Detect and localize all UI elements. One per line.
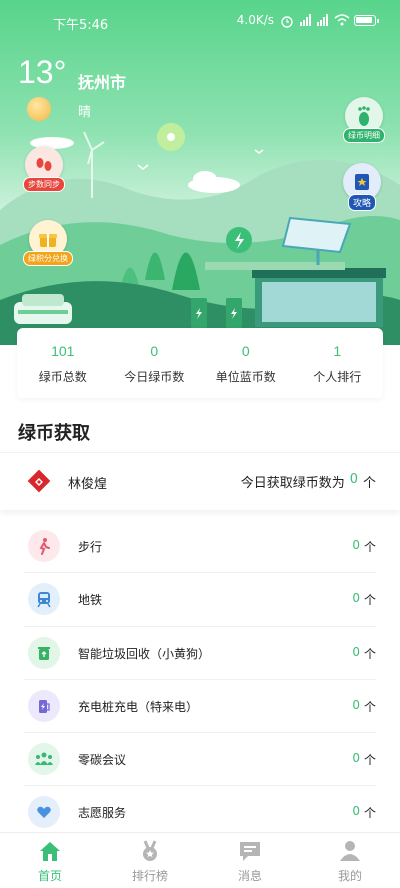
count-unit: 个 (363, 806, 376, 821)
nav-label: 我的 (337, 869, 362, 883)
network-speed: 4.0K/s (236, 13, 274, 27)
count-value: 0 (352, 538, 360, 552)
alarm-icon (280, 14, 294, 28)
status-time: 下午5:46 (53, 18, 109, 33)
user-name: 林俊煌 (68, 477, 108, 492)
home-icon (37, 839, 63, 863)
person-icon (337, 839, 363, 863)
signal-icon (300, 14, 311, 26)
count-value: 0 (352, 697, 360, 712)
wifi-icon (334, 14, 350, 26)
city-name[interactable]: 抚州市 (78, 69, 126, 93)
list-item-label: 志愿服务 (78, 806, 127, 821)
stat-label: 个人排行 (313, 370, 362, 384)
count-unit: 个 (363, 593, 376, 608)
stat-personal-rank[interactable]: 1 个人排行 (292, 328, 384, 398)
stat-unit-blue-coins[interactable]: 0 单位蓝币数 (200, 328, 292, 398)
list-item-label: 零碳会议 (78, 753, 127, 768)
stat-total-coins[interactable]: 101 绿币总数 (17, 328, 109, 398)
list-item-count: 0 个 (352, 751, 376, 768)
stats-card: 101 绿币总数 0 今日绿币数 0 单位蓝币数 1 个人排行 (17, 328, 383, 398)
count-value: 0 (352, 644, 360, 659)
organization-logo-icon (25, 467, 53, 495)
status-indicators: 4.0K/s (236, 13, 379, 28)
user-summary-row: 林俊煌 今日获取绿币数为 0 个 (0, 452, 400, 510)
count-value: 0 (352, 751, 360, 766)
bottom-navigation: 首页 排行榜 消息 我的 (0, 832, 400, 888)
stat-label: 绿币总数 (38, 370, 87, 384)
guide-label: 攻略 (347, 194, 376, 211)
points-exchange-label: 绿积分兑换 (23, 251, 73, 266)
section-title: 绿币获取 (18, 423, 90, 444)
today-coins-summary: 今日获取绿币数为 0 个 (241, 472, 376, 491)
stat-value: 101 (51, 343, 75, 359)
count-unit: 个 (363, 753, 376, 768)
stat-value: 1 (333, 343, 342, 359)
stat-label: 今日绿币数 (124, 370, 185, 384)
count-unit: 个 (363, 646, 376, 661)
nav-label: 排行榜 (131, 869, 168, 883)
coin-details-label: 绿币明细 (343, 128, 385, 143)
list-item-label: 步行 (78, 540, 103, 554)
status-bar: 下午5:46 4.0K/s (0, 0, 400, 44)
count-value: 0 (352, 804, 360, 819)
today-coins-prefix: 今日获取绿币数为 (240, 476, 345, 491)
hero-banner: 下午5:46 4.0K/s 13° 抚州市 晴 步数同步 绿积分兑换 绿币明细 … (0, 0, 400, 345)
recycle-bin-icon (28, 636, 60, 669)
nav-label: 首页 (37, 869, 62, 883)
list-item-label: 充电桩充电（特来电） (78, 699, 199, 714)
battery-icon (354, 14, 379, 26)
list-item-count: 0 个 (352, 645, 376, 662)
coin-details-button[interactable]: 绿币明细 (343, 97, 385, 143)
list-item-zero-carbon-meeting[interactable]: 零碳会议 0 个 (24, 733, 376, 787)
stat-label: 单位蓝币数 (215, 370, 276, 384)
list-item-label: 地铁 (78, 593, 103, 608)
list-item-count: 0 个 (352, 804, 376, 821)
charging-pile-icon (28, 689, 60, 722)
points-exchange-button[interactable]: 绿积分兑换 (23, 220, 73, 266)
list-item-walking[interactable]: 步行 0 个 (24, 520, 376, 574)
medal-icon (137, 839, 163, 863)
message-icon (237, 839, 263, 863)
activity-list: 步行 0 个 地铁 0 个 智能垃圾回收（小黄狗） 0 个 充电桩充电（特来电） (0, 520, 400, 840)
today-coins-count: 0 (349, 472, 358, 487)
today-coins-unit: 个 (362, 476, 376, 491)
volunteer-heart-icon (28, 796, 60, 829)
list-item-label: 智能垃圾回收（小黄狗） (78, 646, 211, 661)
count-unit: 个 (363, 540, 376, 554)
sun-icon (27, 97, 51, 121)
list-item-smart-recycling[interactable]: 智能垃圾回收（小黄狗） 0 个 (24, 627, 376, 680)
step-sync-label: 步数同步 (23, 177, 65, 192)
list-item-ev-charging[interactable]: 充电桩充电（特来电） 0 个 (24, 680, 376, 734)
guide-button[interactable]: 攻略 (343, 163, 381, 211)
list-item-count: 0 个 (352, 698, 376, 715)
walking-icon (28, 530, 60, 562)
nav-messages[interactable]: 消息 (200, 833, 300, 888)
nav-ranking[interactable]: 排行榜 (100, 833, 200, 888)
nav-profile[interactable]: 我的 (300, 833, 400, 888)
step-sync-button[interactable]: 步数同步 (23, 146, 65, 192)
list-item-count: 0 个 (352, 538, 376, 555)
metro-icon (28, 583, 60, 616)
stat-value: 0 (150, 343, 159, 359)
count-unit: 个 (363, 699, 376, 714)
stat-value: 0 (241, 343, 250, 359)
temperature: 13° (18, 54, 67, 90)
signal-icon-2 (317, 14, 328, 26)
nav-home[interactable]: 首页 (0, 833, 100, 888)
weather-condition: 晴 (78, 105, 92, 120)
count-value: 0 (352, 591, 360, 606)
list-item-metro[interactable]: 地铁 0 个 (24, 573, 376, 627)
list-item-count: 0 个 (352, 591, 376, 608)
meeting-icon (28, 743, 60, 776)
stat-today-coins[interactable]: 0 今日绿币数 (109, 328, 201, 398)
nav-label: 消息 (237, 869, 262, 883)
